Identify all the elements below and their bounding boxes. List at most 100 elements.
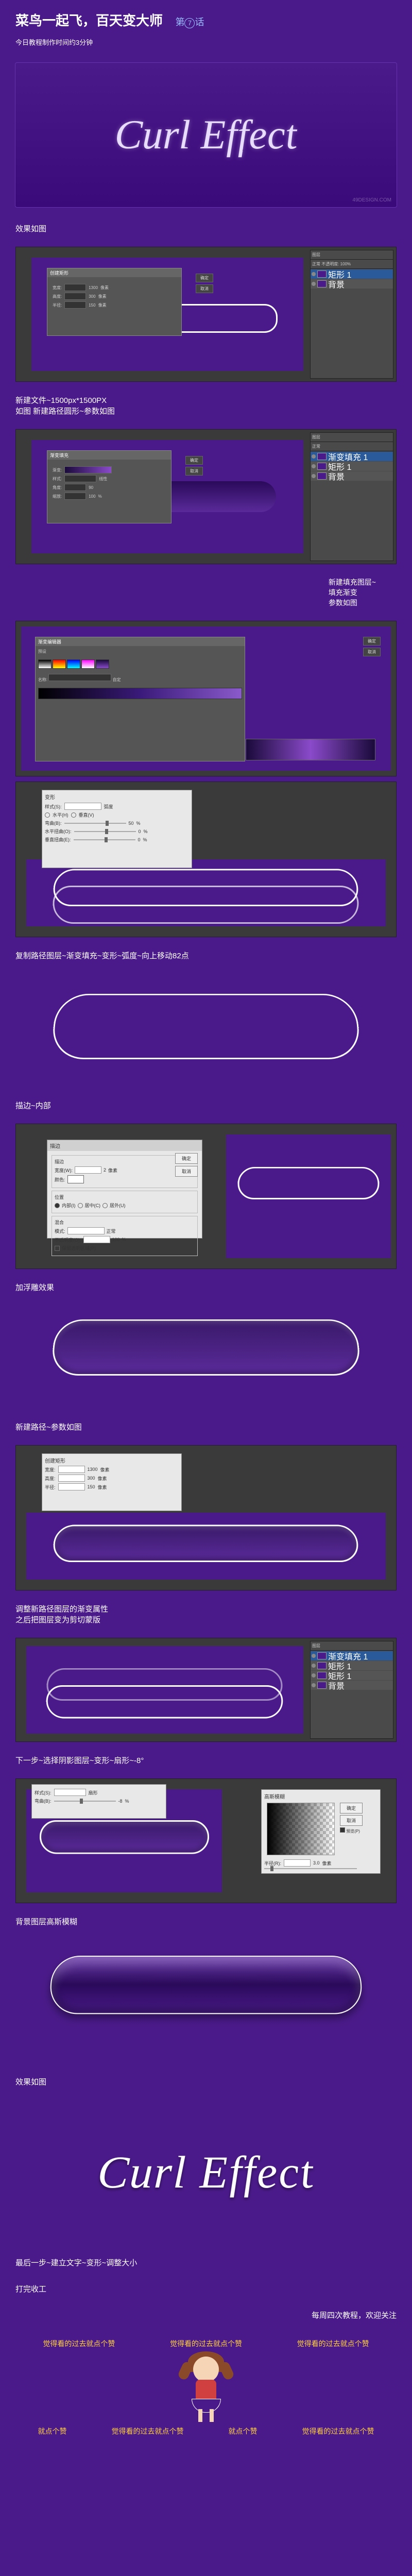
mascot-illustration xyxy=(175,2351,237,2424)
gradient-name-input[interactable] xyxy=(48,674,111,681)
gradient-preview xyxy=(246,739,375,760)
caption-10: 背景图层高斯模糊 xyxy=(0,1908,412,1935)
layer-row[interactable]: 矩形 1 xyxy=(311,462,393,471)
curl-effect-text: Curl Effect xyxy=(114,112,299,159)
dialog-title: 渐变填充 xyxy=(47,451,171,460)
cancel-button[interactable]: 取消 xyxy=(196,284,213,293)
layers-panel: 图层 正常 不透明度: 100% 矩形 1 背景 xyxy=(310,250,393,379)
gauss-dialog: 高斯模糊 确定 取消 预览(P) 半径(R):3.0 像素 xyxy=(261,1789,381,1874)
episode-label: 第7话 xyxy=(175,15,204,28)
vdist-slider[interactable] xyxy=(105,837,108,842)
opacity-input[interactable] xyxy=(83,1236,110,1243)
warp-dialog: 变形 样式(S):弧度 水平(H)垂直(V) 弯曲(B):50% 水平扭曲(O)… xyxy=(42,790,192,868)
radius-input[interactable] xyxy=(64,301,86,309)
gradient-swatch[interactable] xyxy=(38,659,52,669)
cancel-button[interactable]: 取消 xyxy=(340,1815,363,1826)
gradient-strip[interactable] xyxy=(38,688,242,699)
caption-2: 新建文件~1500px*1500PX 如图 新建路径圆形~参数如图 xyxy=(0,387,412,424)
layer-row[interactable]: 背景 xyxy=(311,471,393,481)
radius-input[interactable] xyxy=(58,1483,85,1490)
layer-row[interactable]: 矩形 1 xyxy=(311,269,393,279)
caption-5: 描边~内部 xyxy=(0,1092,412,1118)
layers-panel: 图层 正常 渐变填充 1 矩形 1 背景 xyxy=(310,432,393,561)
page-title: 菜鸟一起飞，百天变大师 xyxy=(15,10,163,29)
cancel-button[interactable]: 取消 xyxy=(185,467,203,476)
ok-button[interactable]: 确定 xyxy=(340,1803,363,1814)
cancel-button[interactable]: 取消 xyxy=(363,648,381,656)
gauss-slider[interactable] xyxy=(270,1866,273,1871)
caption-7: 新建路径~参数如图 xyxy=(0,1414,412,1440)
caption-4: 复制路径图层~渐变填充~变形~弧度~向上移动82点 xyxy=(0,942,412,969)
layer-row[interactable]: 背景 xyxy=(311,1681,393,1690)
preview-final-pill xyxy=(0,1955,412,2069)
caption-12: 最后一步~建立文字~变形~调整大小 xyxy=(0,2249,412,2276)
warp-style-select[interactable] xyxy=(54,1789,86,1796)
ps-screenshot-newpath2: 创建矩形 宽度:1300像素 高度:300像素 半径:150像素 xyxy=(15,1445,397,1590)
preview-emboss xyxy=(0,1316,412,1414)
preview-final-text: Curl Effect xyxy=(15,2105,397,2239)
ps-screenshot-gradfill: 渐变填充 渐变: 样式:线性 角度:90 缩放:100% 确定 取消 图层 正常… xyxy=(15,429,397,564)
center-radio[interactable] xyxy=(78,1203,83,1208)
ps-screenshot-warp-fan: 样式(S):扇形 弯曲(B):-8% 高斯模糊 确定 取消 预览(P) 半径(R… xyxy=(15,1778,397,1903)
ok-button[interactable]: 确定 xyxy=(175,1153,198,1164)
gauss-preview xyxy=(267,1803,335,1855)
caption-11: 效果如图 xyxy=(0,2069,412,2095)
horizontal-radio[interactable] xyxy=(45,812,50,818)
duration-label: 今日教程制作时间约3分钟 xyxy=(0,35,412,55)
gradient-swatch[interactable] xyxy=(96,659,109,669)
stroke-width-input[interactable] xyxy=(75,1166,101,1174)
ps-screenshot-gradeditor: 渐变编辑器 预设 名称: 自定 确定 取消 xyxy=(15,621,397,776)
height-input[interactable] xyxy=(58,1475,85,1482)
gauss-radius-input[interactable] xyxy=(284,1859,311,1867)
mode-select[interactable] xyxy=(67,1227,105,1234)
preview-checkbox[interactable] xyxy=(340,1827,345,1833)
gradient-swatch[interactable] xyxy=(53,659,66,669)
ps-screenshot-stroke: 描边 描边 宽度(W):2像素 颜色: 位置 内部(I) 居中(C) 居外(U) xyxy=(15,1124,397,1269)
caption-1: 效果如图 xyxy=(0,215,412,242)
width-input[interactable] xyxy=(58,1466,85,1473)
bend-slider[interactable] xyxy=(106,821,109,826)
stroke-dialog: 描边 描边 宽度(W):2像素 颜色: 位置 内部(I) 居中(C) 居外(U) xyxy=(47,1140,202,1239)
layer-row[interactable]: 矩形 1 xyxy=(311,1671,393,1680)
scale-input[interactable] xyxy=(64,493,86,500)
newpath-dialog: 创建矩形 宽度:1300像素 高度:300像素 半径:150像素 xyxy=(42,1453,182,1511)
ps-screenshot-clipmask: 图层 渐变填充 1 矩形 1 矩形 1 背景 xyxy=(15,1638,397,1742)
width-input[interactable] xyxy=(64,284,86,291)
preserve-checkbox[interactable] xyxy=(55,1246,60,1251)
layer-row[interactable]: 背景 xyxy=(311,279,393,289)
inside-radio[interactable] xyxy=(55,1203,60,1208)
layer-row[interactable]: 渐变填充 1 xyxy=(311,1651,393,1660)
ok-button[interactable]: 确定 xyxy=(363,637,381,646)
caption-6: 加浮雕效果 xyxy=(0,1274,412,1300)
ok-button[interactable]: 确定 xyxy=(185,456,203,465)
caption-8: 调整新路径图层的渐变属性 之后把图层变为剪切蒙版 xyxy=(0,1596,412,1633)
watermark: 49DESIGN.COM xyxy=(352,197,391,203)
hdist-slider[interactable] xyxy=(105,829,108,834)
layers-panel: 图层 渐变填充 1 矩形 1 矩形 1 背景 xyxy=(310,1641,393,1739)
ps-screenshot-newpath: 创建矩形 宽度:1300像素 高度:300像素 半径:150像素 确定 取消 图… xyxy=(15,247,397,382)
caption-14: 每周四次教程，欢迎关注 xyxy=(0,2302,412,2328)
layer-row[interactable]: 渐变填充 1 xyxy=(311,452,393,461)
stroke-color-swatch[interactable] xyxy=(67,1175,84,1183)
outside-radio[interactable] xyxy=(102,1203,108,1208)
gradient-swatch[interactable] xyxy=(81,659,95,669)
gradient-swatch[interactable] xyxy=(67,659,80,669)
gradient-picker[interactable] xyxy=(64,466,112,473)
caption-3: 新建填充图层~ 填充渐变 参数如图 xyxy=(0,569,412,616)
angle-input[interactable] xyxy=(64,484,86,491)
ps-screenshot-warp-arc: 变形 样式(S):弧度 水平(H)垂直(V) 弯曲(B):50% 水平扭曲(O)… xyxy=(15,782,397,937)
ok-button[interactable]: 确定 xyxy=(196,274,213,282)
warp-style-select[interactable] xyxy=(64,803,101,810)
preview-curl-outline xyxy=(0,989,412,1092)
height-input[interactable] xyxy=(64,293,86,300)
style-select[interactable] xyxy=(64,475,96,482)
layer-row[interactable]: 矩形 1 xyxy=(311,1661,393,1670)
footer-cta: 就点个赞 觉得看的过去就点个赞 就点个赞 觉得看的过去就点个赞 xyxy=(15,2426,397,2436)
vertical-radio[interactable] xyxy=(71,812,76,818)
bend-slider[interactable] xyxy=(80,1799,83,1804)
caption-9: 下一步~选择阴影图层~变形~扇形~-8° xyxy=(0,1747,412,1773)
cancel-button[interactable]: 取消 xyxy=(175,1166,198,1177)
caption-13: 打完收工 xyxy=(0,2276,412,2302)
gradient-editor-dialog: 渐变编辑器 预设 名称: 自定 xyxy=(35,637,245,761)
hero-preview: Curl Effect 49DESIGN.COM xyxy=(15,62,397,208)
